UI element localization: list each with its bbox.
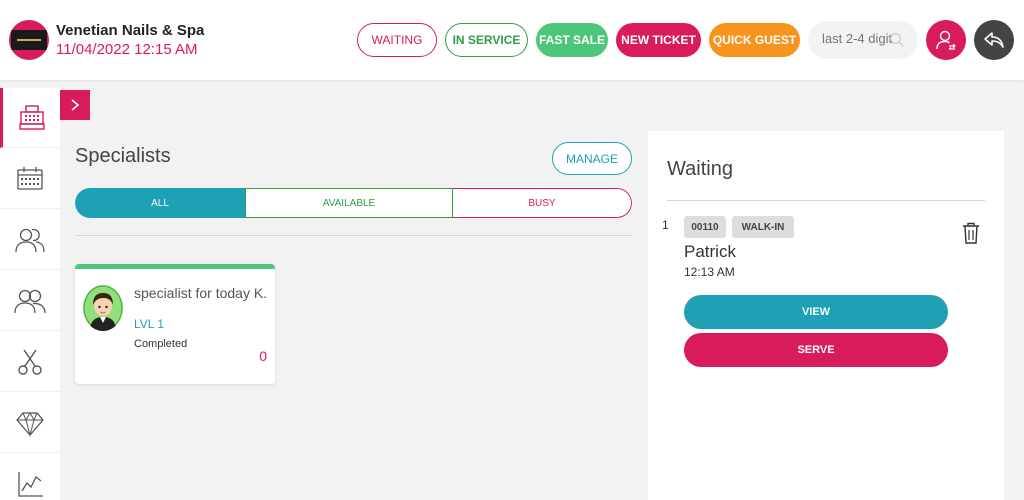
back-button[interactable] (974, 20, 1014, 60)
filter-available[interactable]: AVAILABLE (245, 188, 453, 218)
expand-sidebar-button[interactable] (60, 90, 90, 120)
specialist-completed-count: 0 (259, 348, 267, 364)
manage-button[interactable]: MANAGE (552, 142, 632, 175)
filter-busy[interactable]: BUSY (453, 188, 632, 218)
cash-register-icon (18, 104, 45, 130)
specialist-card[interactable]: specialist for today K. LVL 1 Completed … (75, 264, 275, 384)
waiting-panel: Waiting 1 00110 WALK-IN Patrick 12:13 AM… (648, 131, 1004, 500)
store-logo (9, 20, 49, 60)
scissors-icon (18, 349, 42, 375)
specialists-title: Specialists (75, 145, 171, 167)
store-name: Venetian Nails & Spa (56, 22, 205, 39)
sidebar-item-staff[interactable] (0, 271, 60, 331)
specialist-level: LVL 1 (134, 317, 165, 331)
in-service-button[interactable]: IN SERVICE (445, 23, 528, 57)
reply-icon (984, 32, 1004, 48)
sidebar-item-pos[interactable] (0, 88, 60, 148)
logo-image (11, 30, 47, 50)
search-input[interactable] (822, 31, 892, 46)
top-header: Venetian Nails & Spa 11/04/2022 12:15 AM… (0, 0, 1024, 80)
waiting-item-index: 1 (662, 218, 669, 232)
users-icon (15, 228, 45, 252)
sidebar-item-reports[interactable] (0, 454, 60, 500)
trash-icon[interactable] (962, 222, 980, 244)
new-ticket-button[interactable]: NEW TICKET (616, 23, 701, 57)
search-box (808, 21, 918, 59)
serve-button[interactable]: SERVE (684, 333, 948, 367)
guest-name: Patrick (684, 242, 736, 261)
ticket-number-badge: 00110 (684, 216, 726, 238)
sidebar (0, 88, 60, 500)
waiting-divider (667, 200, 985, 201)
specialist-status: Completed (134, 338, 188, 350)
sidebar-item-calendar[interactable] (0, 149, 60, 209)
avatar (83, 285, 123, 331)
sidebar-item-customers[interactable] (0, 210, 60, 270)
specialist-filter: ALL AVAILABLE BUSY (75, 188, 632, 218)
fast-sale-button[interactable]: FAST SALE (536, 23, 608, 57)
diamond-icon (16, 411, 44, 437)
calendar-icon (17, 166, 43, 190)
specialist-name: specialist for today K. (134, 285, 268, 301)
user-switch-button[interactable] (926, 20, 966, 60)
staff-icon (14, 289, 46, 313)
waiting-title: Waiting (667, 158, 733, 180)
waiting-button[interactable]: WAITING (357, 23, 437, 57)
sidebar-item-loyalty[interactable] (0, 393, 60, 453)
search-icon[interactable] (888, 31, 906, 49)
specialists-divider (75, 235, 632, 236)
ticket-type-badge: WALK-IN (732, 216, 794, 238)
chevron-right-icon (71, 99, 80, 111)
view-button[interactable]: VIEW (684, 295, 948, 329)
current-datetime: 11/04/2022 12:15 AM (56, 41, 198, 58)
filter-all[interactable]: ALL (75, 188, 245, 218)
user-switch-icon (936, 30, 956, 50)
sidebar-item-services[interactable] (0, 332, 60, 392)
chart-icon (18, 471, 43, 497)
quick-guest-button[interactable]: QUICK GUEST (709, 23, 800, 57)
guest-time: 12:13 AM (684, 265, 735, 279)
